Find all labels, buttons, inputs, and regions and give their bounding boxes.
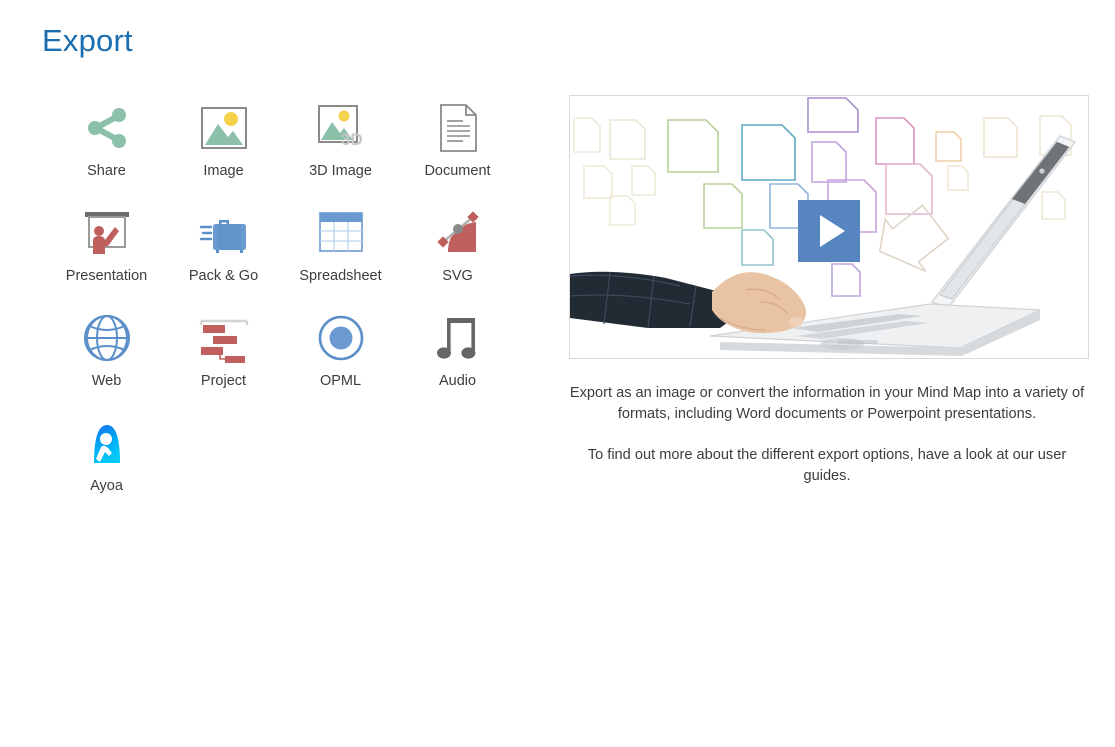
presentation-icon <box>79 205 135 261</box>
export-option-label: SVG <box>442 268 473 284</box>
music-note-icon <box>430 310 486 366</box>
gantt-icon <box>196 310 252 366</box>
briefcase-icon <box>196 205 252 261</box>
export-option-label: Presentation <box>65 268 148 284</box>
export-option-spreadsheet[interactable]: Spreadsheet <box>282 203 399 308</box>
export-description-primary: Export as an image or convert the inform… <box>569 385 1085 422</box>
play-triangle-icon <box>819 215 845 247</box>
export-option-share[interactable]: Share <box>48 98 165 203</box>
document-icon <box>430 100 486 156</box>
export-option-label: 3D Image <box>309 163 372 179</box>
export-option-opml[interactable]: OPML <box>282 308 399 413</box>
export-option-audio[interactable]: Audio <box>399 308 516 413</box>
3d-image-icon: 3D <box>313 100 369 156</box>
export-option-label: Share <box>87 163 126 179</box>
opml-icon <box>313 310 369 366</box>
preview-panel: Export as an image or convert the inform… <box>569 95 1089 502</box>
export-option-web[interactable]: Web <box>48 308 165 413</box>
export-options-grid: Share Image 3D 3D Image Document Present… <box>48 98 518 518</box>
export-option-svg[interactable]: SVG <box>399 203 516 308</box>
export-option-label: Image <box>203 163 244 179</box>
export-option-image[interactable]: Image <box>165 98 282 203</box>
export-video-thumbnail[interactable] <box>569 95 1089 359</box>
export-option-presentation[interactable]: Presentation <box>48 203 165 308</box>
export-option-label: Audio <box>438 373 477 389</box>
export-option-label: Spreadsheet <box>299 268 382 284</box>
svg-text:3D: 3D <box>341 130 363 149</box>
export-option-label: Pack & Go <box>188 268 259 284</box>
export-option-label: Web <box>91 373 122 389</box>
image-icon <box>196 100 252 156</box>
export-option-ayoa[interactable]: Ayoa <box>48 413 165 518</box>
export-option-label: Document <box>424 163 491 179</box>
share-icon <box>79 100 135 156</box>
export-option-label: Ayoa <box>90 478 123 494</box>
export-option-label: Project <box>200 373 247 389</box>
export-option-3d-image[interactable]: 3D 3D Image <box>282 98 399 203</box>
export-option-project[interactable]: Project <box>165 308 282 413</box>
play-button[interactable] <box>798 200 860 262</box>
globe-icon <box>79 310 135 366</box>
export-option-document[interactable]: Document <box>399 98 516 203</box>
export-option-label: OPML <box>319 373 362 389</box>
export-description-secondary: To find out more about the different exp… <box>587 447 1067 484</box>
export-option-pack-and-go[interactable]: Pack & Go <box>165 203 282 308</box>
page-title: Export <box>42 23 133 58</box>
spreadsheet-icon <box>313 205 369 261</box>
svg-icon <box>430 205 486 261</box>
ayoa-icon <box>79 415 135 471</box>
